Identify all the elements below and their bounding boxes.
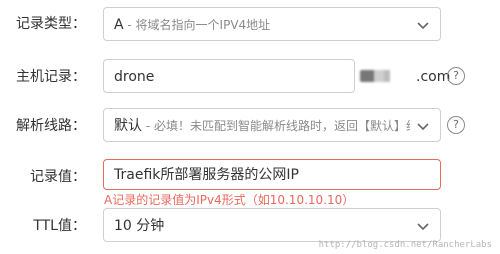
record-value-input[interactable]: Traefik所部署服务器的公网IP — [103, 159, 441, 190]
record-value-error: A记录的记录值为IPv4形式（如10.10.10.10） — [104, 193, 355, 207]
ttl-label: TTL值： — [33, 218, 86, 234]
line-value: 默认 - 必填！未匹配到智能解析线路时，返回【默认】线路... — [114, 109, 410, 143]
help-icon[interactable]: ? — [447, 67, 465, 85]
record-type-label: 记录类型： — [16, 16, 86, 32]
line-hint: - 必填！未匹配到智能解析线路时，返回【默认】线路... — [145, 119, 410, 133]
ttl-value: 10 分钟 — [114, 218, 165, 234]
ttl-select[interactable]: 10 分钟 — [103, 208, 441, 242]
chevron-down-icon — [417, 223, 429, 231]
record-value-label: 记录值： — [30, 169, 86, 185]
domain-suffix: .com — [416, 69, 451, 85]
line-label: 解析线路： — [16, 118, 86, 134]
record-value-text: Traefik所部署服务器的公网IP — [114, 167, 299, 183]
redacted-domain — [360, 70, 412, 82]
chevron-down-icon — [417, 123, 429, 131]
host-input[interactable]: drone — [103, 59, 355, 93]
line-select[interactable]: 默认 - 必填！未匹配到智能解析线路时，返回【默认】线路... — [103, 108, 441, 142]
record-type-hint: - 将域名指向一个IPV4地址 — [123, 18, 271, 32]
chevron-down-icon — [417, 22, 429, 30]
watermark: http://blog.csdn.net/RancherLabs — [318, 240, 492, 250]
line-main: 默认 — [114, 118, 142, 134]
record-type-select[interactable]: A - 将域名指向一个IPV4地址 — [103, 7, 441, 41]
host-label: 主机记录： — [16, 69, 86, 85]
help-icon[interactable]: ? — [447, 116, 465, 134]
record-type-main: A — [114, 17, 124, 33]
record-type-value: A - 将域名指向一个IPV4地址 — [114, 8, 270, 42]
host-value: drone — [114, 69, 155, 85]
